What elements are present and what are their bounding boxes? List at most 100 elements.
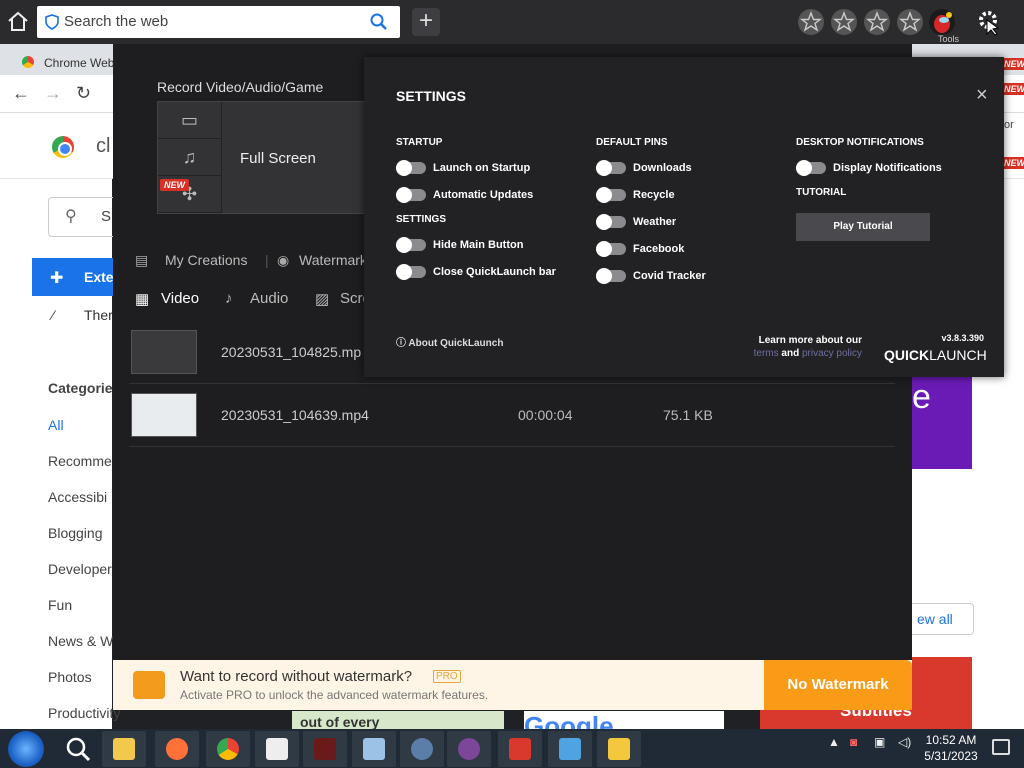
star-icon[interactable] (897, 9, 923, 35)
tab-audio[interactable]: Audio (250, 290, 288, 307)
about-quicklaunch-link[interactable]: ⓘ About QuickLaunch (396, 334, 503, 349)
photos-icon[interactable] (597, 731, 641, 767)
settings-heading: SETTINGS (396, 214, 447, 225)
promo-title: Want to record without watermark? (180, 668, 413, 685)
toggle-switch[interactable] (396, 187, 426, 203)
option-label: Launch on Startup (433, 162, 531, 174)
webstore-logo-icon (52, 136, 74, 158)
recording-row[interactable]: 20230531_104639.mp4 00:00:04 75.1 KB (129, 387, 895, 447)
privacy-policy-link[interactable]: privacy policy (802, 348, 862, 359)
webstore-search[interactable]: ⚲ S (48, 197, 118, 237)
chrome-tab[interactable]: Chrome Web (12, 49, 115, 75)
recorder-app-icon[interactable] (498, 731, 542, 767)
game-app-icon[interactable] (303, 731, 347, 767)
category-item[interactable]: Fun (48, 597, 72, 613)
toggle-switch[interactable] (596, 160, 626, 176)
monitor-icon[interactable]: ▭ (158, 102, 222, 139)
home-icon[interactable] (6, 10, 30, 34)
gear-icon[interactable] (976, 8, 1002, 36)
tutorial-heading: TUTORIAL (796, 187, 847, 198)
paint-icon[interactable] (548, 731, 592, 767)
star-icon[interactable] (831, 9, 857, 35)
star-icon[interactable] (798, 9, 824, 35)
default-pins-heading: DEFAULT PINS (596, 137, 668, 148)
record-section-title: Record Video/Audio/Game (157, 79, 324, 95)
toggle-switch[interactable] (596, 214, 626, 230)
category-item[interactable]: Developer (48, 561, 112, 577)
chrome-icon[interactable] (206, 731, 250, 767)
reload-icon[interactable]: ↻ (76, 83, 91, 104)
sidebar-item-extensions[interactable]: ✚ Exte (32, 258, 122, 296)
category-item[interactable]: Accessibi (48, 489, 107, 505)
category-item[interactable]: Photos (48, 669, 92, 685)
tab-video[interactable]: Video (161, 290, 199, 307)
option-label: Close QuickLaunch bar (433, 266, 556, 278)
recording-thumbnail (131, 393, 197, 437)
system-clock[interactable]: 10:52 AM 5/31/2023 (918, 732, 984, 764)
star-icon[interactable] (864, 9, 890, 35)
toggle-switch[interactable] (596, 268, 626, 284)
search-icon[interactable] (64, 735, 92, 763)
toggle-switch[interactable] (396, 237, 426, 253)
pro-badge: PRO (433, 670, 461, 683)
mode-label[interactable]: Full Screen (240, 150, 316, 167)
brush-icon: ⁄ (52, 307, 55, 323)
mode-icons: ▭ ♫ ✣ (158, 102, 222, 215)
option-label: Automatic Updates (433, 189, 534, 201)
tor-icon[interactable] (447, 731, 491, 767)
toggle-switch[interactable] (396, 264, 426, 280)
option-label: Facebook (633, 243, 685, 255)
divider: | (265, 252, 269, 268)
forward-icon[interactable]: → (44, 83, 62, 104)
settings-app-icon[interactable] (400, 731, 444, 767)
clock-date: 5/31/2023 (924, 749, 978, 763)
watermark-promo-banner: Want to record without watermark? PRO Ac… (113, 660, 912, 710)
toggle-switch[interactable] (796, 160, 826, 176)
search-placeholder: S (101, 208, 112, 225)
search-icon[interactable] (370, 13, 388, 31)
recording-size: 75.1 KB (663, 407, 713, 423)
add-tab-button[interactable]: + (412, 8, 440, 36)
terms-link[interactable]: terms (754, 348, 779, 359)
watermark-tab[interactable]: Watermark (299, 252, 367, 268)
google-banner: Google (524, 711, 724, 729)
play-tutorial-button[interactable]: Play Tutorial (796, 213, 930, 241)
file-explorer-icon[interactable] (102, 731, 146, 767)
recording-duration: 00:00:04 (518, 407, 573, 423)
search-input[interactable]: Search the web (64, 13, 168, 30)
chrome-favicon-icon (22, 56, 34, 68)
network-icon[interactable]: ▣ (874, 735, 885, 749)
start-button-icon[interactable] (8, 731, 44, 767)
category-item[interactable]: News & W (48, 633, 113, 649)
close-icon[interactable]: × (976, 85, 988, 105)
and-text: and (781, 348, 800, 359)
no-watermark-button[interactable]: No Watermark (764, 660, 912, 710)
recorder-tray-icon[interactable]: ◙ (850, 735, 857, 749)
7zip-icon[interactable] (255, 731, 299, 767)
category-item[interactable]: Blogging (48, 525, 103, 541)
my-creations-tab[interactable]: My Creations (165, 252, 247, 268)
tray-expand-icon[interactable]: ▲ (828, 735, 840, 749)
learn-more-text: Learn more about our (758, 335, 862, 346)
avatar-icon[interactable] (929, 9, 955, 35)
legal-links: Learn more about our terms and privacy p… (740, 334, 862, 360)
about-label: About QuickLaunch (408, 338, 504, 349)
startup-heading: STARTUP (396, 137, 443, 148)
firefox-icon[interactable] (155, 731, 199, 767)
chrome-tab-title: Chrome Web (44, 56, 115, 70)
toggle-switch[interactable] (596, 241, 626, 257)
category-item[interactable]: Recomme (48, 453, 112, 469)
category-item[interactable]: All (48, 417, 64, 433)
or-text: or (1004, 119, 1014, 131)
music-icon[interactable]: ♫ (158, 139, 222, 176)
volume-icon[interactable]: ◁) (898, 735, 911, 749)
category-item[interactable]: Productivity (48, 705, 120, 721)
toggle-switch[interactable] (396, 160, 426, 176)
back-icon[interactable]: ← (12, 83, 30, 104)
search-box[interactable]: Search the web (37, 6, 400, 38)
app-icon[interactable] (352, 731, 396, 767)
sidebar-item-label: Exte (84, 269, 114, 285)
toggle-switch[interactable] (596, 187, 626, 203)
notification-icon[interactable] (992, 739, 1010, 755)
tools-label: Tools (938, 34, 960, 44)
